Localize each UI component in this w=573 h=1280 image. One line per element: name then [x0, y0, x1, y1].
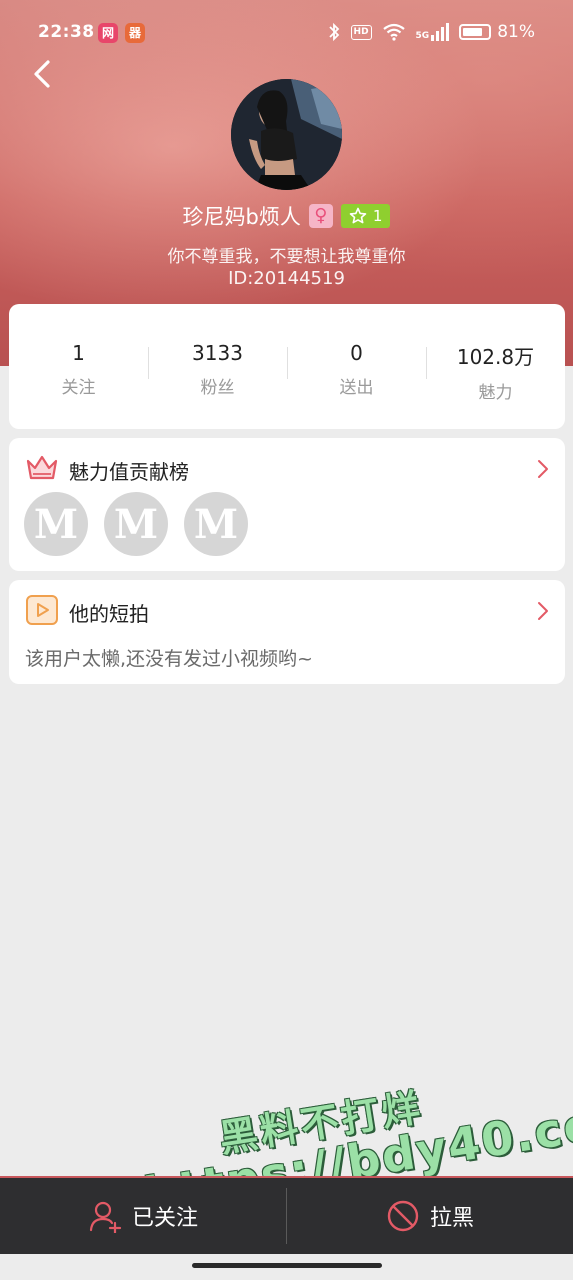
charm-contribution-card[interactable]: 魅力值贡献榜 M M M: [9, 438, 565, 571]
contributor-avatar[interactable]: M: [104, 492, 168, 556]
stat-following[interactable]: 1 关注: [9, 337, 148, 398]
stat-fans[interactable]: 3133 粉丝: [148, 337, 287, 398]
battery-percent: 81%: [497, 22, 535, 42]
battery-indicator: 81%: [459, 22, 535, 42]
hd-icon: HD: [350, 24, 372, 40]
placeholder-avatar-letter: M: [33, 500, 79, 548]
stat-value: 1: [72, 340, 85, 365]
user-id: ID:20144519: [228, 268, 345, 289]
stat-value: 3133: [192, 340, 243, 365]
placeholder-avatar-letter: M: [193, 500, 239, 548]
wifi-icon: [382, 23, 405, 41]
charm-board-title: 魅力值贡献榜: [69, 460, 189, 484]
back-button[interactable]: [28, 56, 58, 92]
short-videos-card[interactable]: 他的短拍 该用户太懒,还没有发过小视频哟~: [9, 580, 565, 684]
app-notification-icon: 器: [125, 23, 145, 43]
name-row: 珍尼妈b烦人 ♀ 1: [0, 200, 573, 232]
short-videos-title: 他的短拍: [69, 602, 149, 626]
network-type-label: 5G: [415, 31, 430, 41]
status-bar: 22:38 网 器 HD 5G 81%: [0, 18, 573, 48]
stat-charm[interactable]: 102.8万 魅力: [426, 337, 565, 403]
stat-label: 魅力: [478, 382, 513, 403]
chevron-right-icon: [538, 602, 548, 620]
stat-label: 送出: [339, 377, 374, 398]
bottom-action-bar: 已关注 拉黑: [0, 1176, 573, 1254]
empty-videos-text: 该用户太懒,还没有发过小视频哟~: [25, 648, 313, 670]
chevron-left-icon: [34, 60, 50, 88]
user-bio: 你不尊重我，不要想让我尊重你: [167, 247, 406, 267]
block-button[interactable]: 拉黑: [287, 1178, 573, 1254]
stat-label: 粉丝: [200, 377, 235, 398]
battery-icon: [459, 24, 492, 40]
bluetooth-icon: [328, 22, 339, 42]
chevron-right-icon: [538, 460, 548, 478]
contributor-avatar[interactable]: M: [24, 492, 88, 556]
stat-label: 关注: [61, 377, 96, 398]
user-followed-icon: [89, 1201, 122, 1233]
level-badge: 1: [340, 204, 391, 228]
stat-value: 102.8万: [456, 344, 535, 369]
level-value: 1: [372, 207, 383, 225]
signal-icon: 5G: [416, 23, 450, 41]
block-label: 拉黑: [429, 1206, 474, 1231]
user-avatar[interactable]: [231, 79, 342, 190]
avatar-photo: [231, 79, 342, 190]
followed-button[interactable]: 已关注: [0, 1178, 286, 1254]
female-icon: ♀: [308, 204, 333, 228]
stat-sent[interactable]: 0 送出: [287, 337, 426, 398]
contributor-avatar[interactable]: M: [184, 492, 248, 556]
crown-icon: [26, 455, 58, 480]
placeholder-avatar-letter: M: [113, 500, 159, 548]
status-indicators: HD 5G 81%: [327, 22, 535, 42]
video-play-icon: [26, 595, 58, 625]
contributor-list: M M M: [24, 492, 248, 556]
stats-card: 1 关注 3133 粉丝 0 送出 102.8万 魅力: [9, 304, 565, 429]
username: 珍尼妈b烦人: [182, 205, 301, 229]
app-notification-icon: 网: [98, 23, 118, 43]
home-indicator[interactable]: [192, 1263, 382, 1268]
status-time: 22:38: [38, 22, 95, 42]
block-icon: [387, 1200, 419, 1232]
star-icon: [349, 207, 367, 224]
stat-value: 0: [350, 340, 363, 365]
followed-label: 已关注: [131, 1206, 198, 1231]
